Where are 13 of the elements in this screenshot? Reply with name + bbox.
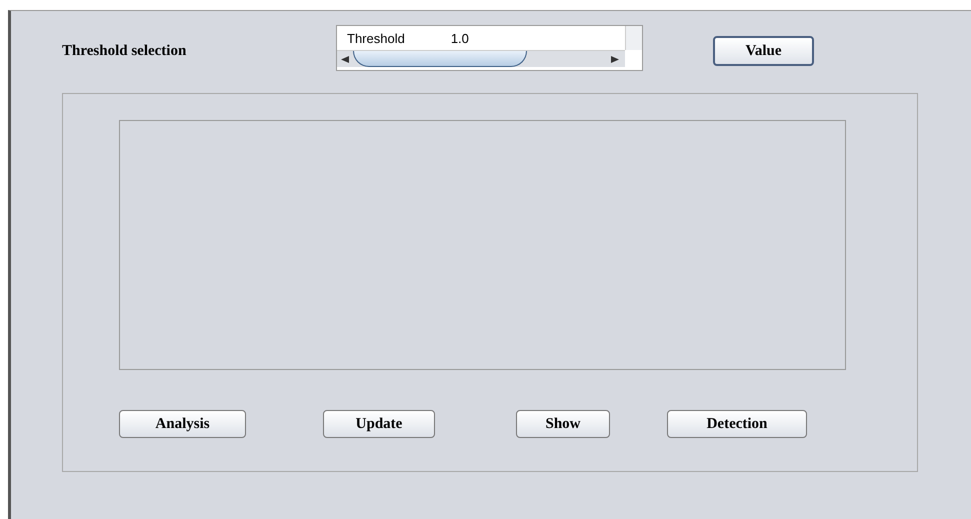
horizontal-scrollbar[interactable]: [337, 50, 625, 66]
action-button[interactable]: Show: [516, 410, 610, 438]
right-arrow-icon[interactable]: [611, 56, 619, 62]
action-button[interactable]: Detection: [667, 410, 807, 438]
scroll-thumb[interactable]: [353, 50, 527, 66]
vertical-scrollbar[interactable]: [625, 26, 642, 50]
value-button[interactable]: Value: [713, 36, 814, 66]
table-cell-text: 1.0: [450, 30, 469, 48]
table-cell-text: Threshold: [347, 30, 405, 48]
threshold-label: Threshold selection: [62, 42, 188, 60]
action-button[interactable]: Update: [323, 410, 435, 438]
left-arrow-icon[interactable]: [341, 56, 349, 62]
action-button[interactable]: Analysis: [119, 410, 246, 438]
